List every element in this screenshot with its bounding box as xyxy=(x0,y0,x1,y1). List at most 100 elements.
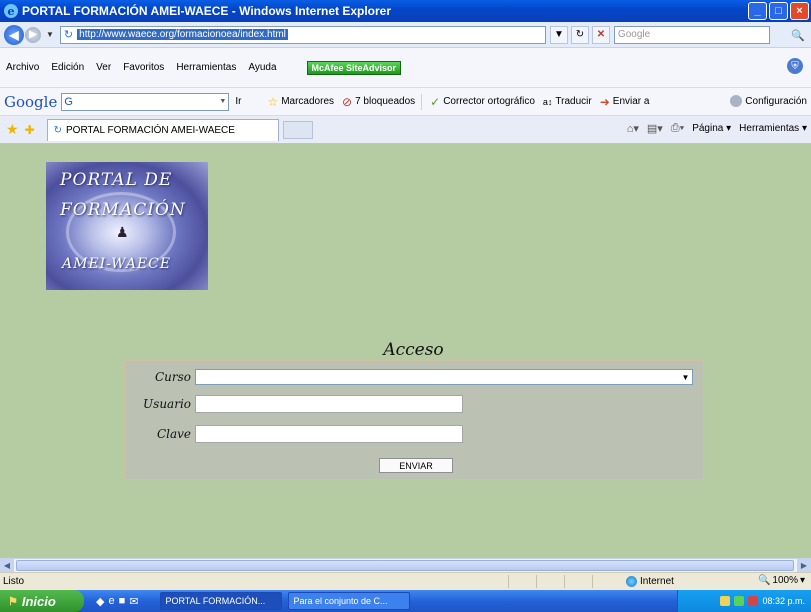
back-button[interactable]: ◀ xyxy=(4,24,24,45)
zoom-control[interactable]: 🔍 100% ▾ xyxy=(758,575,805,586)
system-tray: 08:32 p.m. xyxy=(677,590,811,612)
tools-menu-label: Herramientas xyxy=(739,123,800,134)
logo-text-line-1: PORTAL DE xyxy=(60,170,173,190)
feeds-icon[interactable]: ▤▾ xyxy=(647,122,663,135)
add-favorites-icon[interactable]: ✚ xyxy=(25,123,35,137)
spellcheck-icon: ✓ xyxy=(430,94,441,109)
favorites-star-icon[interactable]: ★ xyxy=(6,121,19,138)
close-button[interactable]: × xyxy=(790,2,809,20)
page-menu-label: Página xyxy=(692,123,724,134)
zoom-dropdown-icon[interactable]: ▾ xyxy=(800,575,805,586)
submit-button[interactable]: ENVIAR xyxy=(379,458,453,473)
menu-favoritos[interactable]: Favoritos xyxy=(123,62,164,73)
address-url: http://www.waece.org/formacionoea/index.… xyxy=(77,29,288,40)
menu-herramientas[interactable]: Herramientas xyxy=(176,62,236,73)
zone-text: Internet xyxy=(640,576,674,587)
taskbar-item-ie[interactable]: PORTAL FORMACIÓN... xyxy=(160,592,283,610)
google-go-button[interactable]: Ir xyxy=(235,96,241,107)
clock: 08:32 p.m. xyxy=(762,596,805,606)
forward-button[interactable]: ▶ xyxy=(25,26,41,43)
command-bar: ⌂▾ ▤▾ ⎙▾ Página ▾ Herramientas ▾ xyxy=(627,122,807,135)
refresh-button[interactable]: ↻ xyxy=(570,25,589,44)
ie-quicklaunch-icon[interactable]: e xyxy=(108,595,114,608)
star-icon: ☆ xyxy=(267,94,279,109)
history-dropdown-icon[interactable]: ▼ xyxy=(46,30,54,39)
course-label: Curso xyxy=(154,370,191,384)
horizontal-scrollbar[interactable]: ◀ ▶ xyxy=(0,558,811,572)
page-menu-button[interactable]: Página ▾ xyxy=(692,123,731,134)
course-select[interactable]: ▼ xyxy=(195,369,693,385)
quick-launch: ◆ e ■ ✉ xyxy=(96,595,138,608)
tray-icon[interactable] xyxy=(720,596,731,606)
print-icon[interactable]: ⎙▾ xyxy=(671,122,684,135)
send-arrow-icon: ➜ xyxy=(599,94,610,109)
status-cell xyxy=(592,575,618,588)
course-row: Curso ▼ xyxy=(125,369,693,385)
spellcheck-button[interactable]: ✓ Corrector ortográfico xyxy=(430,95,535,109)
taskbar: ⚑ Inicio ◆ e ■ ✉ PORTAL FORMACIÓN... Par… xyxy=(0,590,811,612)
show-desktop-icon[interactable]: ◆ xyxy=(96,595,104,608)
portal-logo: PORTAL DE FORMACIÓN ♟ AMEI-WAECE xyxy=(46,162,208,290)
address-tools: ▼ ↻ ✕ xyxy=(549,25,610,44)
mail-quicklaunch-icon[interactable]: ✉ xyxy=(129,595,138,608)
zoom-icon: 🔍 xyxy=(757,575,771,586)
tab-page-icon: ↻ xyxy=(53,124,63,136)
tab-portal-formacion[interactable]: ↻ PORTAL FORMACIÓN AMEI-WAECE xyxy=(46,118,279,141)
status-cell xyxy=(564,575,590,588)
zoom-text: 100% xyxy=(772,575,798,586)
logo-text-line-3: AMEI-WAECE xyxy=(62,256,172,272)
login-form: Curso ▼ Usuario Clave ENVIAR xyxy=(124,360,704,480)
scroll-left-button[interactable]: ◀ xyxy=(0,559,14,572)
menu-edicion[interactable]: Edición xyxy=(51,62,84,73)
new-tab-button[interactable] xyxy=(282,120,313,139)
address-row: ◀ ▶ ▼ ↻ http://www.waece.org/formacionoe… xyxy=(0,22,811,48)
security-zone: Internet xyxy=(626,574,674,589)
user-input[interactable] xyxy=(195,395,463,413)
stop-button[interactable]: ✕ xyxy=(591,25,610,44)
scroll-right-button[interactable]: ▶ xyxy=(797,559,811,572)
menu-bar: Archivo Edición Ver Favoritos Herramient… xyxy=(0,48,811,88)
window-controls: _ □ × xyxy=(748,2,809,20)
configuration-label: Configuración xyxy=(745,95,807,107)
google-go-label: Ir xyxy=(235,96,242,107)
menu-ayuda[interactable]: Ayuda xyxy=(248,62,276,73)
logo-figure-icon: ♟ xyxy=(116,224,129,240)
menu-archivo[interactable]: Archivo xyxy=(6,62,39,73)
user-label: Usuario xyxy=(143,397,191,411)
page-icon: ↻ xyxy=(63,29,74,41)
tools-menu-button[interactable]: Herramientas ▾ xyxy=(739,123,807,134)
google-search-input[interactable]: G ▼ xyxy=(61,92,230,111)
app-quicklaunch-icon[interactable]: ■ xyxy=(119,595,126,608)
maximize-button[interactable]: □ xyxy=(769,2,788,20)
globe-icon xyxy=(626,576,637,587)
access-heading: Acceso xyxy=(383,340,444,360)
wrench-icon xyxy=(730,95,743,107)
home-icon[interactable]: ⌂▾ xyxy=(627,122,639,135)
password-input[interactable] xyxy=(195,425,463,443)
tray-icon[interactable] xyxy=(748,596,759,606)
menu-ver[interactable]: Ver xyxy=(96,62,111,73)
scrollbar-thumb[interactable] xyxy=(16,560,794,571)
status-cell xyxy=(508,575,534,588)
mcafee-siteadvisor-button[interactable]: McAfee SiteAdvisor xyxy=(306,60,402,75)
shield-icon[interactable]: ⛨ xyxy=(787,58,803,74)
search-input[interactable]: Google xyxy=(613,25,770,44)
google-search-dropdown-icon[interactable]: ▼ xyxy=(219,98,226,105)
minimize-button[interactable]: _ xyxy=(748,2,767,20)
windows-flag-icon: ⚑ xyxy=(8,595,18,608)
window-title: PORTAL FORMACIÓN AMEI-WAECE - Windows In… xyxy=(22,4,392,18)
configuration-button[interactable]: Configuración xyxy=(726,95,807,107)
start-label: Inicio xyxy=(21,593,56,609)
tray-icon[interactable] xyxy=(734,596,745,606)
chevron-down-icon[interactable]: ▼ xyxy=(679,370,692,384)
send-to-button[interactable]: ➜ Enviar a xyxy=(600,95,650,109)
taskbar-item-document[interactable]: Para el conjunto de C... xyxy=(288,592,411,610)
address-input[interactable]: ↻ http://www.waece.org/formacionoea/inde… xyxy=(59,25,546,44)
translate-button[interactable]: a↕ Traducir xyxy=(543,96,592,107)
start-button[interactable]: ⚑ Inicio xyxy=(0,590,84,612)
bookmarks-button[interactable]: ☆ Marcadores xyxy=(267,95,334,109)
search-icon[interactable]: 🔍 xyxy=(789,26,807,44)
google-toolbar: Google G ▼ Ir ☆ Marcadores ⊘ 7 bloqueados … xyxy=(0,88,811,116)
address-dropdown-button[interactable]: ▼ xyxy=(549,25,568,44)
popup-blocker-button[interactable]: ⊘ 7 bloqueados xyxy=(342,95,415,109)
